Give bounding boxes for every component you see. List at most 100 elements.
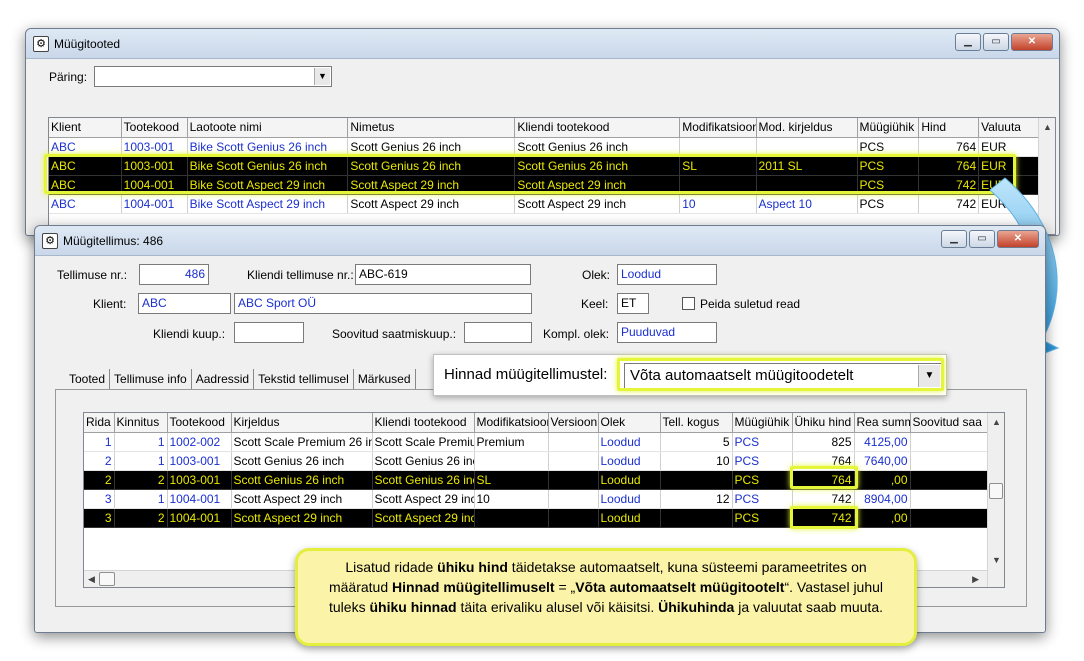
- order-column-header[interactable]: Ühiku hind: [792, 413, 855, 433]
- table-cell[interactable]: Scott Aspect 29 inch: [372, 489, 475, 509]
- table-cell[interactable]: 4125,00: [854, 432, 911, 452]
- tab-products[interactable]: Tooted: [65, 369, 111, 389]
- products-column-header[interactable]: Valuuta: [978, 118, 1039, 138]
- table-cell[interactable]: ABC: [49, 156, 122, 176]
- scroll-down-icon[interactable]: ▼: [992, 555, 1001, 565]
- table-cell[interactable]: Scott Genius 26 inch: [372, 470, 475, 490]
- table-cell[interactable]: 2: [84, 470, 115, 490]
- table-cell[interactable]: SL: [679, 156, 757, 176]
- tab-order-info[interactable]: Tellimuse info: [110, 369, 192, 389]
- table-cell[interactable]: 1: [114, 432, 168, 452]
- status-field[interactable]: Loodud: [617, 264, 717, 285]
- query-dropdown-button[interactable]: ▼: [314, 68, 330, 85]
- table-cell[interactable]: Scott Scale Premium 26 inch: [231, 432, 373, 452]
- table-cell[interactable]: PCS: [732, 489, 793, 509]
- price-setting-select[interactable]: Võta automaatselt müügitoodetelt: [624, 363, 942, 389]
- table-cell[interactable]: ABC: [49, 175, 122, 195]
- order-column-header[interactable]: Kinnitus: [114, 413, 168, 433]
- table-cell[interactable]: Scott Genius 26 inch: [347, 156, 516, 176]
- table-cell[interactable]: SL: [474, 470, 549, 490]
- scroll-right-icon[interactable]: ▶: [972, 574, 979, 585]
- order-column-header[interactable]: Kliendi tootekood: [372, 413, 475, 433]
- table-cell[interactable]: 1002-002: [167, 432, 232, 452]
- table-cell[interactable]: 7640,00: [854, 451, 911, 471]
- table-cell[interactable]: Scott Genius 26 inch: [231, 451, 373, 471]
- price-dropdown-button[interactable]: ▼: [918, 365, 940, 387]
- tab-addresses[interactable]: Aadressid: [192, 369, 255, 389]
- table-cell[interactable]: 1004-001: [167, 489, 232, 509]
- table-cell[interactable]: 764: [918, 137, 980, 157]
- table-cell[interactable]: Scott Genius 26 inch: [514, 156, 681, 176]
- table-row[interactable]: ABC 1004-001 Bike Scott Aspect 29 inch Scot…: [49, 194, 1039, 214]
- table-cell[interactable]: Scott Scale Premium: [372, 432, 475, 452]
- table-cell[interactable]: 2: [114, 508, 168, 528]
- table-cell[interactable]: 2: [114, 470, 168, 490]
- table-cell[interactable]: PCS: [732, 470, 793, 490]
- wanted-date-field[interactable]: [464, 322, 532, 343]
- table-cell[interactable]: 742: [792, 489, 855, 509]
- table-cell[interactable]: Scott Aspect 29 inch: [347, 175, 516, 195]
- table-cell[interactable]: Scott Genius 26 inch: [514, 137, 681, 157]
- table-cell[interactable]: Scott Aspect 29 inch: [231, 508, 373, 528]
- table-cell[interactable]: Scott Genius 26 inch: [372, 451, 475, 471]
- products-column-header[interactable]: Modifikatsioon: [679, 118, 757, 138]
- table-cell[interactable]: 5: [660, 432, 733, 452]
- order-column-header[interactable]: Olek: [598, 413, 661, 433]
- table-cell[interactable]: 3: [84, 508, 115, 528]
- table-row[interactable]: 3 1 1004-001 Scott Aspect 29 inch Scott Aspe…: [84, 489, 990, 509]
- table-cell[interactable]: Bike Scott Aspect 29 inch: [187, 194, 349, 214]
- table-cell[interactable]: ABC: [49, 137, 122, 157]
- table-cell[interactable]: 1: [114, 489, 168, 509]
- table-cell[interactable]: [548, 451, 599, 471]
- table-cell[interactable]: Bike Scott Genius 26 inch: [187, 156, 349, 176]
- table-cell[interactable]: [660, 470, 733, 490]
- table-cell[interactable]: ,00: [854, 470, 911, 490]
- client-name-field[interactable]: ABC Sport OÜ: [234, 293, 532, 314]
- order-nr-field[interactable]: 486: [139, 264, 209, 285]
- tab-notes[interactable]: Märkused: [354, 369, 416, 389]
- horizontal-scroll-thumb[interactable]: [99, 572, 115, 586]
- table-cell[interactable]: 764: [792, 451, 855, 471]
- table-cell[interactable]: Scott Aspect 29 inch: [231, 489, 373, 509]
- table-cell[interactable]: 2011 SL: [756, 156, 858, 176]
- close-button[interactable]: ✕: [1011, 33, 1053, 51]
- table-row[interactable]: ABC 1003-001 Bike Scott Genius 26 inch Scot…: [49, 156, 1039, 176]
- table-cell[interactable]: Scott Aspect 29 inch: [514, 175, 681, 195]
- client-date-field[interactable]: [234, 322, 304, 343]
- table-cell[interactable]: ,00: [854, 508, 911, 528]
- table-cell[interactable]: 8904,00: [854, 489, 911, 509]
- table-cell[interactable]: 3: [84, 489, 115, 509]
- table-cell[interactable]: [548, 489, 599, 509]
- table-cell[interactable]: 10: [474, 489, 549, 509]
- minimize-button[interactable]: ▁: [955, 33, 981, 51]
- table-cell[interactable]: PCS: [857, 156, 920, 176]
- table-row[interactable]: 3 2 1004-001 Scott Aspect 29 inch Scott Aspe…: [84, 508, 990, 528]
- hide-closed-checkbox[interactable]: [682, 297, 695, 310]
- table-row[interactable]: 2 2 1003-001 Scott Genius 26 inch Scott Geni…: [84, 470, 990, 490]
- table-row[interactable]: ABC 1003-001 Bike Scott Genius 26 inch Scot…: [49, 137, 1039, 157]
- minimize-button[interactable]: ▁: [941, 230, 967, 248]
- table-cell[interactable]: 1004-001: [121, 194, 188, 214]
- table-cell[interactable]: Bike Scott Aspect 29 inch: [187, 175, 349, 195]
- order-column-header[interactable]: Versioon: [548, 413, 599, 433]
- table-cell[interactable]: 1003-001: [167, 470, 232, 490]
- table-cell[interactable]: [910, 432, 990, 452]
- table-cell[interactable]: 764: [792, 470, 855, 490]
- table-cell[interactable]: Loodud: [598, 489, 661, 509]
- table-cell[interactable]: [548, 508, 599, 528]
- table-cell[interactable]: [679, 175, 757, 195]
- table-cell[interactable]: PCS: [857, 175, 920, 195]
- table-cell[interactable]: Loodud: [598, 432, 661, 452]
- order-column-header[interactable]: Kirjeldus: [231, 413, 373, 433]
- table-row[interactable]: ABC 1004-001 Bike Scott Aspect 29 inch Scot…: [49, 175, 1039, 195]
- table-cell[interactable]: Bike Scott Genius 26 inch: [187, 137, 349, 157]
- table-cell[interactable]: Scott Aspect 29 inch: [347, 194, 516, 214]
- maximize-button[interactable]: ▭: [983, 33, 1009, 51]
- scroll-left-icon[interactable]: ◀: [88, 574, 95, 585]
- table-cell[interactable]: 825: [792, 432, 855, 452]
- close-button[interactable]: ✕: [997, 230, 1039, 248]
- table-cell[interactable]: 12: [660, 489, 733, 509]
- table-cell[interactable]: [910, 451, 990, 471]
- table-cell[interactable]: 10: [660, 451, 733, 471]
- order-column-header[interactable]: Modifikatsioon: [474, 413, 549, 433]
